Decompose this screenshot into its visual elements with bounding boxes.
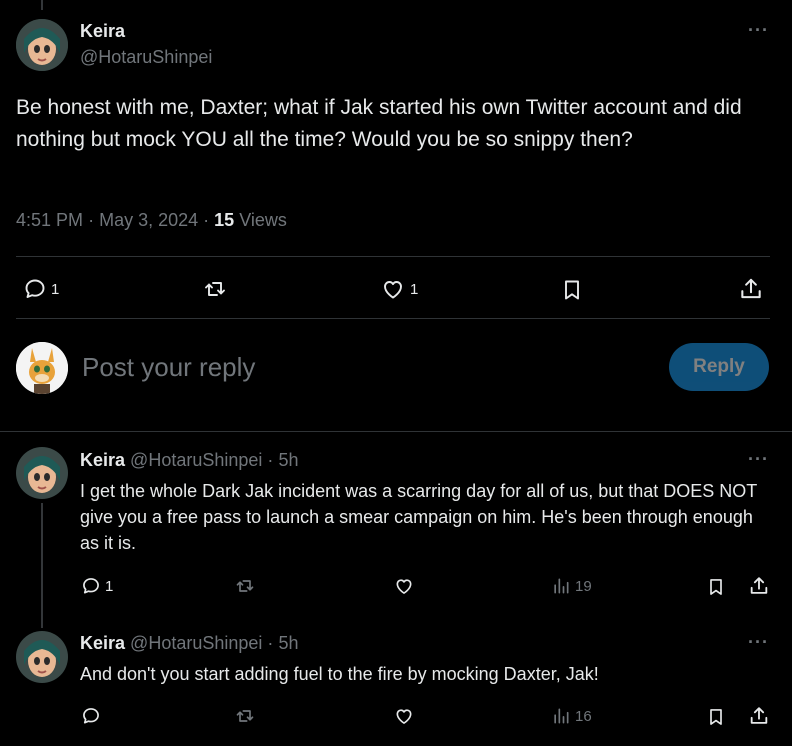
thread-line-top — [41, 0, 43, 10]
reply-action[interactable] — [80, 706, 105, 726]
share-action[interactable] — [748, 575, 770, 597]
reply-placeholder: Post your reply — [82, 352, 256, 382]
views-label: Views — [239, 210, 287, 230]
share-action[interactable] — [738, 276, 764, 302]
author-name[interactable]: Keira — [80, 450, 125, 470]
bookmark-action[interactable] — [706, 576, 726, 598]
bookmark-icon — [565, 280, 579, 300]
like-action[interactable] — [393, 576, 415, 596]
more-options-icon[interactable]: ··· — [748, 449, 769, 470]
reply-count: 1 — [51, 280, 60, 298]
tweet-time[interactable]: 4:51 PM — [16, 210, 83, 230]
share-icon — [750, 707, 768, 724]
like-count: 1 — [410, 280, 419, 298]
views-count: 19 — [575, 577, 592, 595]
views-count: 16 — [575, 707, 592, 725]
reply-header: Keira @HotaruShinpei · 5h — [80, 450, 299, 470]
user-avatar[interactable] — [16, 342, 68, 394]
more-options-icon[interactable]: ··· — [748, 632, 769, 653]
reply-text: I get the whole Dark Jak incident was a … — [80, 481, 757, 553]
like-action[interactable]: 1 — [380, 277, 418, 301]
reply-count: 1 — [105, 577, 114, 595]
bookmark-icon — [710, 709, 722, 725]
bookmark-icon — [710, 579, 722, 595]
repost-action[interactable] — [232, 576, 258, 596]
divider — [16, 318, 770, 319]
reply-icon — [83, 578, 99, 594]
repost-action[interactable] — [200, 277, 230, 301]
tweet-meta: 4:51 PM · May 3, 2024 · 15 Views — [16, 210, 287, 230]
views-action[interactable]: 16 — [551, 706, 592, 726]
repost-icon — [236, 710, 254, 722]
views-count: 15 — [214, 210, 235, 230]
tweet-date[interactable]: May 3, 2024 — [99, 210, 198, 230]
share-action[interactable] — [748, 705, 770, 727]
author-handle[interactable]: @HotaruShinpei — [130, 633, 262, 653]
reply-age[interactable]: 5h — [278, 450, 298, 470]
avatar[interactable] — [16, 19, 68, 71]
heart-icon — [396, 709, 412, 724]
author-name[interactable]: Keira — [80, 21, 125, 42]
author-handle[interactable]: @HotaruShinpei — [80, 47, 212, 68]
share-icon — [750, 577, 768, 594]
avatar[interactable] — [16, 447, 68, 499]
views-action[interactable]: 19 — [551, 576, 592, 596]
thread-line — [41, 503, 43, 628]
tweet-text: Be honest with me, Daxter; what if Jak s… — [16, 96, 742, 151]
repost-action[interactable] — [232, 706, 258, 726]
repost-icon — [205, 282, 225, 296]
repost-icon — [236, 580, 254, 592]
avatar[interactable] — [16, 631, 68, 683]
bookmark-action[interactable] — [706, 706, 726, 728]
reply-button[interactable]: Reply — [669, 343, 769, 391]
bookmark-action[interactable] — [560, 277, 584, 303]
more-options-icon[interactable]: ··· — [748, 20, 769, 41]
reply-action[interactable]: 1 — [80, 576, 113, 596]
share-icon — [741, 278, 761, 299]
divider — [0, 431, 792, 432]
reply-age[interactable]: 5h — [278, 633, 298, 653]
heart-icon — [384, 281, 402, 299]
reply-header: Keira @HotaruShinpei · 5h — [80, 633, 299, 653]
divider — [16, 256, 770, 257]
reply-icon — [83, 708, 99, 724]
like-action[interactable] — [393, 706, 415, 726]
heart-icon — [396, 579, 412, 594]
analytics-icon — [554, 578, 569, 594]
reply-icon — [25, 279, 45, 298]
analytics-icon — [554, 708, 569, 724]
reply-text: And don't you start adding fuel to the f… — [80, 664, 599, 684]
reply-action[interactable]: 1 — [22, 277, 59, 301]
author-name[interactable]: Keira — [80, 633, 125, 653]
reply-input[interactable]: Post your reply — [82, 350, 642, 386]
author-handle[interactable]: @HotaruShinpei — [130, 450, 262, 470]
